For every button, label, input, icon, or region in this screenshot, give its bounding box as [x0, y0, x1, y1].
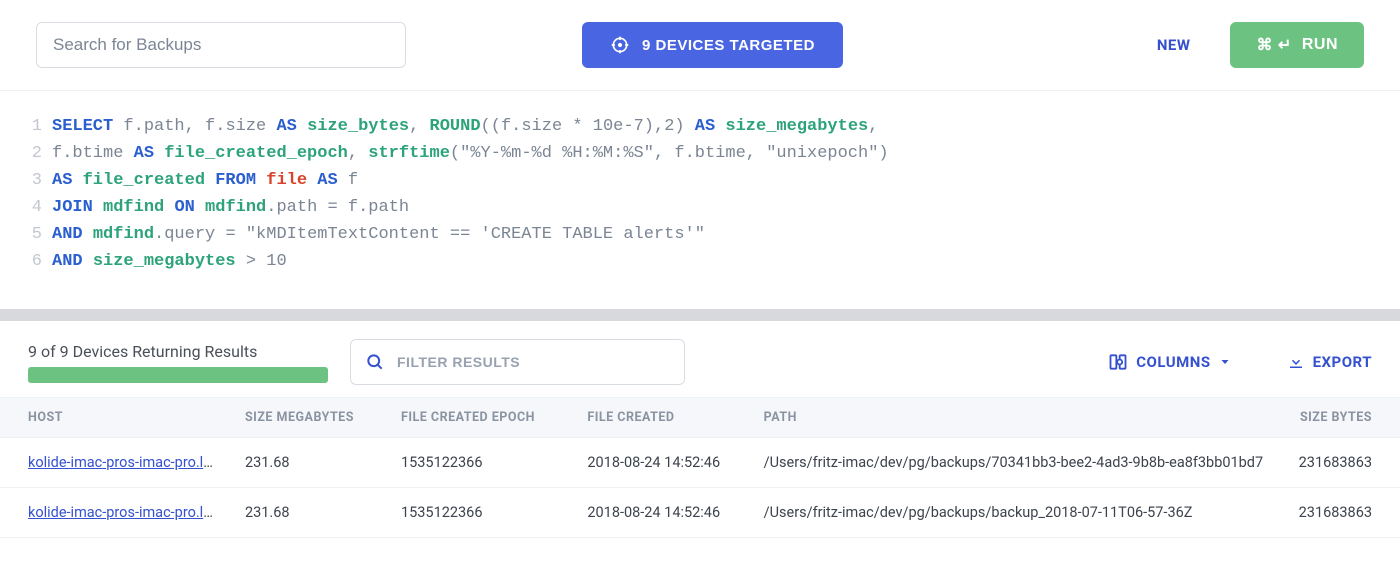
- cell-path: /Users/fritz-imac/dev/pg/backups/70341bb…: [752, 438, 1279, 488]
- col-header-size-bytes[interactable]: SIZE BYTES: [1278, 398, 1400, 438]
- cell-epoch: 1535122366: [389, 488, 575, 538]
- run-button[interactable]: ⌘ ↵ RUN: [1230, 22, 1364, 68]
- code-content[interactable]: f.btime AS file_created_epoch, strftime(…: [52, 140, 889, 167]
- host-link[interactable]: kolide-imac-pros-imac-pro.local: [28, 454, 230, 471]
- sql-line[interactable]: 1 SELECT f.path, f.size AS size_bytes, RO…: [20, 113, 1380, 140]
- col-header-host[interactable]: HOST: [0, 398, 233, 438]
- line-number: 4: [20, 194, 42, 221]
- filter-results-wrap[interactable]: [350, 339, 685, 385]
- line-number: 1: [20, 113, 42, 140]
- section-divider: [0, 309, 1400, 321]
- line-number: 6: [20, 248, 42, 275]
- cell-path: /Users/fritz-imac/dev/pg/backups/backup_…: [752, 488, 1279, 538]
- code-content[interactable]: AND size_megabytes > 10: [52, 248, 287, 275]
- sql-editor[interactable]: 1 SELECT f.path, f.size AS size_bytes, RO…: [0, 91, 1400, 309]
- export-button[interactable]: EXPORT: [1287, 353, 1372, 371]
- devices-targeted-label: 9 DEVICES TARGETED: [642, 37, 815, 54]
- code-content[interactable]: JOIN mdfind ON mdfind.path = f.path: [52, 194, 409, 221]
- sql-line[interactable]: 3 AS file_created FROM file AS f: [20, 167, 1380, 194]
- code-content[interactable]: AND mdfind.query = "kMDItemTextContent =…: [52, 221, 705, 248]
- columns-button[interactable]: COLUMNS: [1108, 352, 1230, 372]
- chevron-down-icon: [1219, 356, 1231, 368]
- target-icon: [610, 35, 630, 55]
- host-link[interactable]: kolide-imac-pros-imac-pro.local: [28, 504, 230, 521]
- line-number: 3: [20, 167, 42, 194]
- search-input[interactable]: [36, 22, 406, 68]
- cell-size-mb: 231.68: [233, 488, 389, 538]
- line-number: 2: [20, 140, 42, 167]
- cell-epoch: 1535122366: [389, 438, 575, 488]
- cell-size-bytes: 231683863: [1278, 488, 1400, 538]
- sql-line[interactable]: 4 JOIN mdfind ON mdfind.path = f.path: [20, 194, 1380, 221]
- filter-results-input[interactable]: [397, 354, 670, 370]
- cell-host[interactable]: kolide-imac-pros-imac-pro.local: [0, 438, 233, 488]
- cell-created: 2018-08-24 14:52:46: [575, 488, 751, 538]
- sql-line[interactable]: 2 f.btime AS file_created_epoch, strftime…: [20, 140, 1380, 167]
- results-status: 9 of 9 Devices Returning Results: [28, 342, 328, 361]
- export-label: EXPORT: [1313, 353, 1372, 371]
- col-header-path[interactable]: PATH: [752, 398, 1279, 438]
- col-header-created[interactable]: FILE CREATED: [575, 398, 751, 438]
- cell-host[interactable]: kolide-imac-pros-imac-pro.local: [0, 488, 233, 538]
- sql-line[interactable]: 6 AND size_megabytes > 10: [20, 248, 1380, 275]
- download-icon: [1287, 353, 1305, 371]
- cell-created: 2018-08-24 14:52:46: [575, 438, 751, 488]
- search-icon: [365, 352, 385, 372]
- results-progress: [28, 367, 328, 383]
- run-shortcut: ⌘ ↵: [1256, 35, 1291, 55]
- sql-line[interactable]: 5 AND mdfind.query = "kMDItemTextContent …: [20, 221, 1380, 248]
- col-header-epoch[interactable]: FILE CREATED EPOCH: [389, 398, 575, 438]
- new-button[interactable]: NEW: [1157, 36, 1191, 54]
- cell-size-mb: 231.68: [233, 438, 389, 488]
- top-toolbar: 9 DEVICES TARGETED NEW ⌘ ↵ RUN: [0, 0, 1400, 91]
- columns-label: COLUMNS: [1136, 353, 1210, 371]
- columns-icon: [1108, 352, 1128, 372]
- results-table: HOST SIZE MEGABYTES FILE CREATED EPOCH F…: [0, 397, 1400, 538]
- line-number: 5: [20, 221, 42, 248]
- code-content[interactable]: SELECT f.path, f.size AS size_bytes, ROU…: [52, 113, 878, 140]
- col-header-size-mb[interactable]: SIZE MEGABYTES: [233, 398, 389, 438]
- code-content[interactable]: AS file_created FROM file AS f: [52, 167, 358, 194]
- cell-size-bytes: 231683863: [1278, 438, 1400, 488]
- run-label: RUN: [1302, 36, 1338, 54]
- devices-targeted-button[interactable]: 9 DEVICES TARGETED: [582, 22, 843, 68]
- table-row: kolide-imac-pros-imac-pro.local231.68153…: [0, 488, 1400, 538]
- results-toolbar: 9 of 9 Devices Returning Results COLUMNS: [0, 321, 1400, 397]
- table-row: kolide-imac-pros-imac-pro.local231.68153…: [0, 438, 1400, 488]
